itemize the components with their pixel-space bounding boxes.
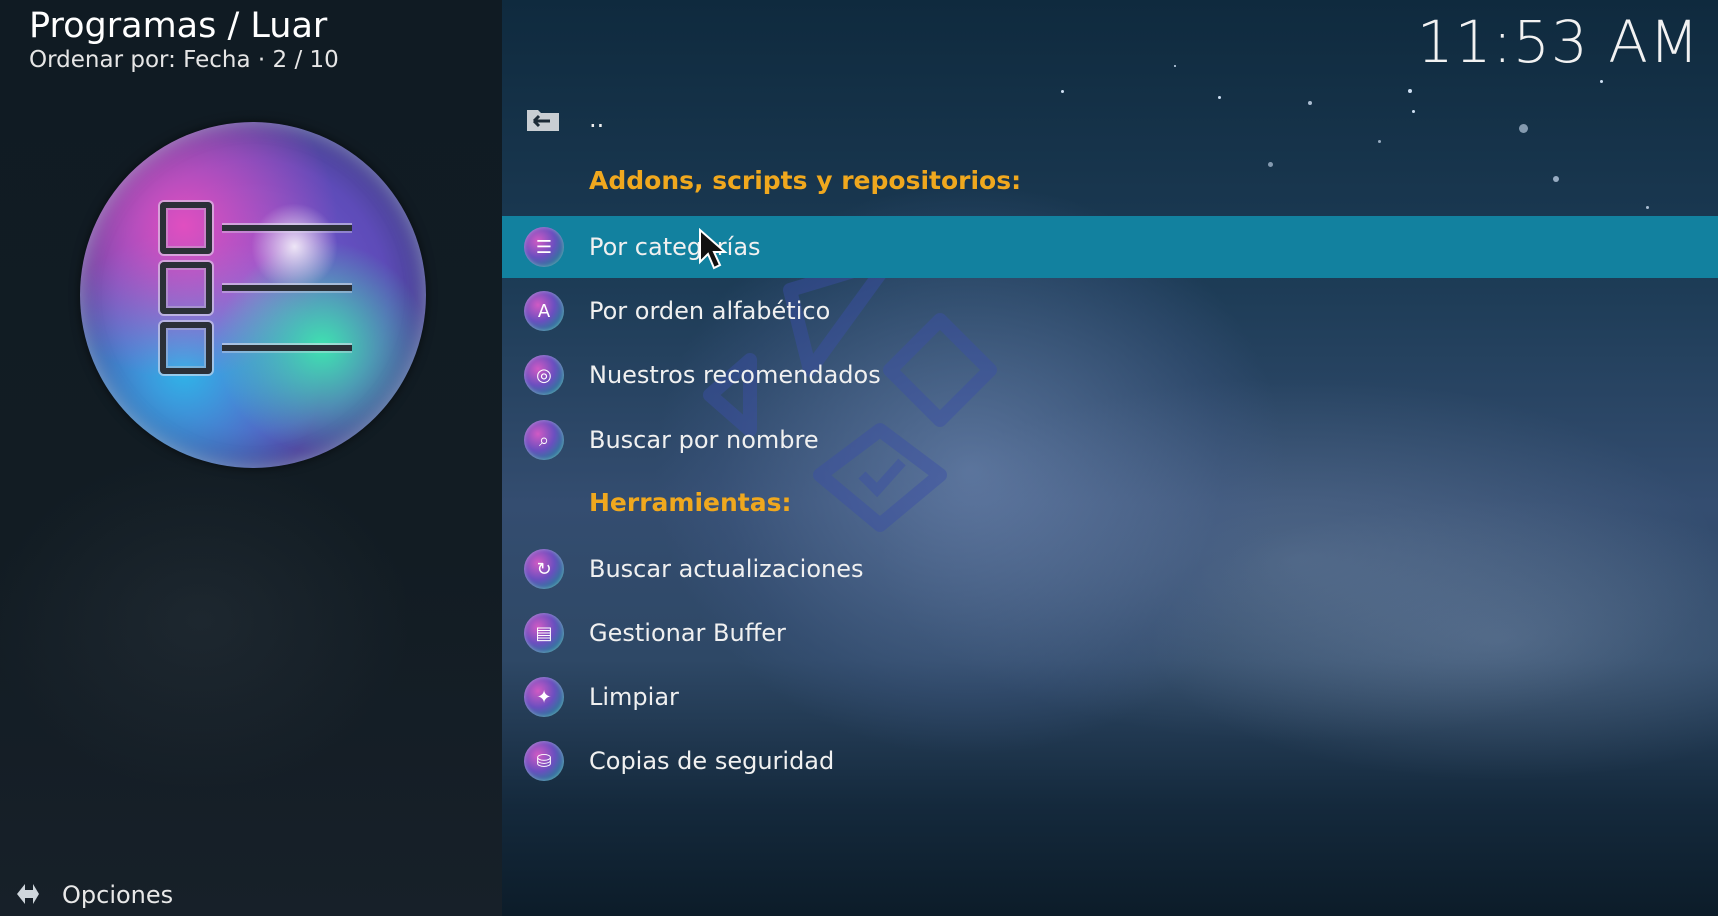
categories-icon: ☰ <box>524 227 564 267</box>
sort-info: Ordenar por: Fecha · 2 / 10 <box>29 47 339 73</box>
options-button[interactable]: Opciones <box>12 880 173 910</box>
list-item-label: Limpiar <box>589 683 679 711</box>
list-item-label: Copias de seguridad <box>589 747 835 775</box>
list-item-categorias[interactable]: ☰ Por categorías <box>502 216 1718 278</box>
mouse-cursor-icon <box>699 228 728 270</box>
alphabetical-icon: A <box>524 291 564 331</box>
section-header-label: Herramientas: <box>589 487 792 517</box>
gear-icon <box>12 880 42 910</box>
list-item-limpiar[interactable]: ✦ Limpiar <box>502 666 1718 728</box>
section-header-herramientas: Herramientas: <box>502 471 1718 533</box>
buffer-icon: ▤ <box>524 613 564 653</box>
list-item-label: Por categorías <box>589 233 761 261</box>
list-item-buscar-nombre[interactable]: ⌕ Buscar por nombre <box>502 409 1718 471</box>
list-item-label: Gestionar Buffer <box>589 619 786 647</box>
list-item-actualizaciones[interactable]: ↻ Buscar actualizaciones <box>502 538 1718 600</box>
updates-icon: ↻ <box>524 549 564 589</box>
list-item-label: Nuestros recomendados <box>589 361 881 389</box>
clean-icon: ✦ <box>524 677 564 717</box>
list-item-copias[interactable]: ⛁ Copias de seguridad <box>502 730 1718 792</box>
list-item-alfabetico[interactable]: A Por orden alfabético <box>502 280 1718 342</box>
section-header-label: Addons, scripts y repositorios: <box>589 165 1022 195</box>
clock: 11:53 AM <box>1416 8 1700 76</box>
addon-logo-icon <box>80 122 426 468</box>
list-item-buffer[interactable]: ▤ Gestionar Buffer <box>502 602 1718 664</box>
list-item-parent[interactable]: .. <box>502 88 1718 150</box>
options-label: Opciones <box>62 881 174 909</box>
list-item-label: Buscar por nombre <box>589 426 819 454</box>
parent-label: .. <box>589 105 605 133</box>
section-header-addons: Addons, scripts y repositorios: <box>502 149 1718 211</box>
backup-icon: ⛁ <box>524 741 564 781</box>
search-icon: ⌕ <box>524 420 564 460</box>
list-item-label: Por orden alfabético <box>589 297 831 325</box>
list-item-label: Buscar actualizaciones <box>589 555 864 583</box>
back-folder-icon <box>527 110 559 131</box>
recommended-icon: ◎ <box>524 355 564 395</box>
list-item-recomendados[interactable]: ◎ Nuestros recomendados <box>502 344 1718 406</box>
page-title: Programas / Luar <box>29 6 328 46</box>
